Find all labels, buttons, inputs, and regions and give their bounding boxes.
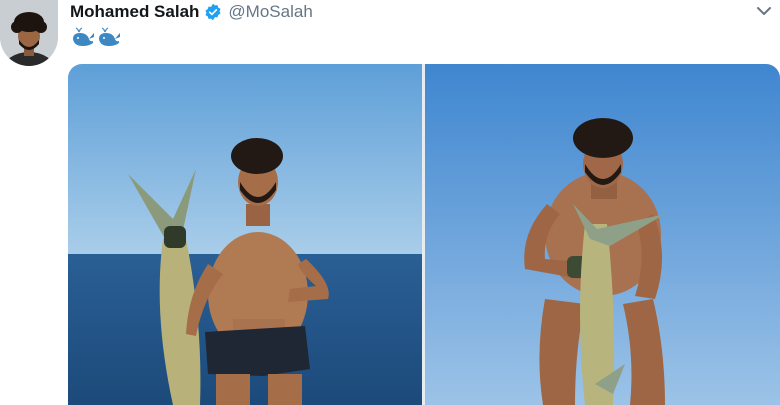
author-display-name[interactable]: Mohamed Salah — [70, 2, 199, 22]
tweet-text — [71, 27, 121, 49]
author-avatar[interactable] — [0, 0, 58, 66]
author-handle[interactable]: @MoSalah — [228, 2, 312, 22]
tweet-media-grid — [68, 64, 780, 405]
photo-right[interactable] — [425, 64, 780, 405]
tweet-header: Mohamed Salah @MoSalah — [70, 2, 313, 22]
whale-icon — [71, 27, 95, 49]
chevron-down-icon[interactable] — [755, 4, 773, 18]
whale-icon — [97, 27, 121, 49]
verified-badge-icon — [204, 3, 222, 21]
photo-left[interactable] — [68, 64, 422, 405]
